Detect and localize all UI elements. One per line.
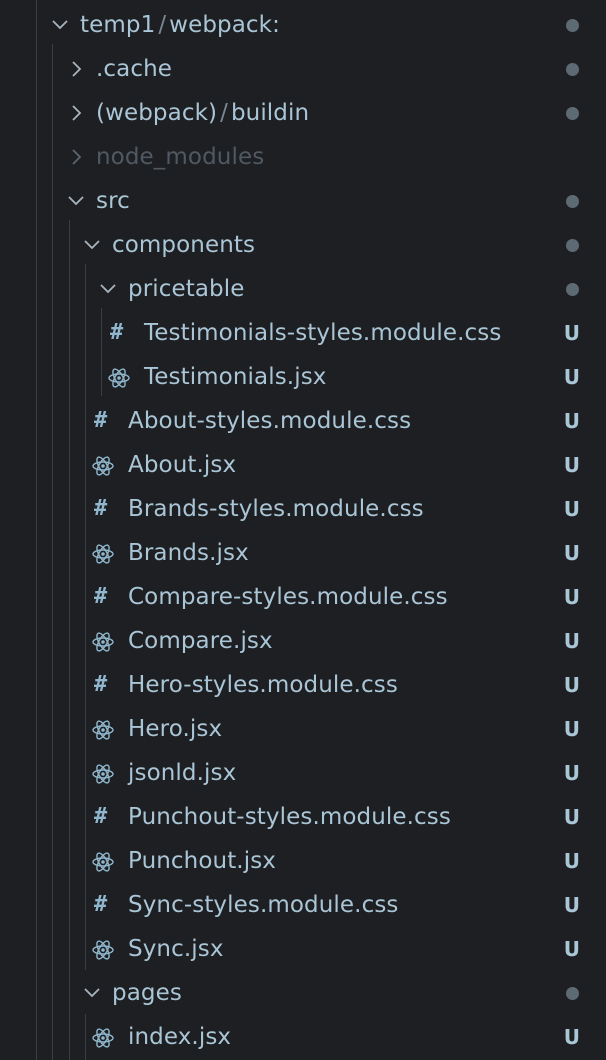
css-hash-icon: # <box>94 892 108 917</box>
status-badge: U <box>563 761 580 785</box>
tree-item-label: pricetable <box>128 276 245 302</box>
chevron-down-icon <box>52 20 68 30</box>
tree-item-label: Sync.jsx <box>128 936 224 962</box>
status-dot <box>566 195 579 208</box>
tree-item-label: (webpack) / buildin <box>96 100 310 126</box>
css-hash-icon: # <box>110 320 124 345</box>
tree-item-label: node_modules <box>96 144 265 170</box>
tree-item-label: Hero-styles.module.css <box>128 672 398 698</box>
status-badge: U <box>563 717 580 741</box>
tree-item-file[interactable]: # Punchout-styles.module.css U <box>0 795 606 839</box>
status-badge: U <box>563 541 580 565</box>
tree-item-folder[interactable]: (webpack) / buildin <box>0 91 606 135</box>
tree-item-label: temp1/webpack: <box>80 12 280 38</box>
status-badge: U <box>563 585 580 609</box>
tree-item-folder[interactable]: pages <box>0 971 606 1015</box>
tree-item-label: Hero.jsx <box>128 716 223 742</box>
react-icon <box>92 764 114 784</box>
tree-item-file[interactable]: # Testimonials-styles.module.css U <box>0 311 606 355</box>
css-hash-icon: # <box>94 496 108 521</box>
tree-item-label: index.jsx <box>128 1024 232 1050</box>
status-badge: U <box>563 1025 580 1049</box>
tree-item-label: Compare-styles.module.css <box>128 584 448 610</box>
tree-item-label: jsonld.jsx <box>128 760 237 786</box>
status-badge: U <box>563 893 580 917</box>
tree-item-folder[interactable]: components <box>0 223 606 267</box>
react-icon <box>92 456 114 476</box>
status-badge: U <box>563 673 580 697</box>
chevron-down-icon <box>100 284 116 294</box>
tree-item-label: About-styles.module.css <box>128 408 412 434</box>
tree-item-file[interactable]: Punchout.jsx U <box>0 839 606 883</box>
chevron-down-icon <box>84 988 100 998</box>
tree-item-folder[interactable]: .cache <box>0 47 606 91</box>
tree-item-file[interactable]: # Compare-styles.module.css U <box>0 575 606 619</box>
react-icon <box>108 368 130 388</box>
tree-item-file[interactable]: Brands.jsx U <box>0 531 606 575</box>
tree-item-label: components <box>112 232 256 258</box>
tree-item-file[interactable]: About.jsx U <box>0 443 606 487</box>
css-hash-icon: # <box>94 804 108 829</box>
status-badge: U <box>563 937 580 961</box>
tree-item-file[interactable]: # About-styles.module.css U <box>0 399 606 443</box>
tree-item-label: Compare.jsx <box>128 628 273 654</box>
tree-item-label: Testimonials-styles.module.css <box>144 320 502 346</box>
status-dot <box>566 987 579 1000</box>
chevron-right-icon <box>72 61 82 77</box>
tree-item-label: Testimonials.jsx <box>144 364 327 390</box>
tree-item-file[interactable]: jsonld.jsx U <box>0 751 606 795</box>
css-hash-icon: # <box>94 408 108 433</box>
tree-item-label: Brands.jsx <box>128 540 249 566</box>
chevron-down-icon <box>68 196 84 206</box>
tree-item-file[interactable]: Compare.jsx U <box>0 619 606 663</box>
tree-item-label: .cache <box>96 56 173 82</box>
tree-item-label: Brands-styles.module.css <box>128 496 424 522</box>
tree-item-label: Sync-styles.module.css <box>128 892 399 918</box>
status-dot <box>566 63 579 76</box>
chevron-right-icon <box>72 149 82 165</box>
react-icon <box>92 940 114 960</box>
status-dot <box>566 107 579 120</box>
tree-item-folder[interactable]: pricetable <box>0 267 606 311</box>
status-badge: U <box>563 805 580 829</box>
tree-item-file[interactable]: Sync.jsx U <box>0 927 606 971</box>
status-dot <box>566 239 579 252</box>
tree-item-root[interactable]: temp1/webpack: <box>0 3 606 47</box>
tree-item-label: src <box>96 188 130 214</box>
tree-item-folder[interactable]: node_modules <box>0 135 606 179</box>
css-hash-icon: # <box>94 584 108 609</box>
tree-item-label: pages <box>112 980 182 1006</box>
status-dot <box>566 19 579 32</box>
status-badge: U <box>563 409 580 433</box>
chevron-down-icon <box>84 240 100 250</box>
tree-item-file[interactable]: # Hero-styles.module.css U <box>0 663 606 707</box>
status-badge: U <box>563 365 580 389</box>
css-hash-icon: # <box>94 672 108 697</box>
status-badge: U <box>563 453 580 477</box>
tree-item-label: About.jsx <box>128 452 237 478</box>
tree-item-file[interactable]: index.jsx U <box>0 1015 606 1059</box>
react-icon <box>92 544 114 564</box>
status-badge: U <box>563 629 580 653</box>
tree-item-file[interactable]: Testimonials.jsx U <box>0 355 606 399</box>
tree-item-file[interactable]: # Brands-styles.module.css U <box>0 487 606 531</box>
chevron-right-icon <box>72 105 82 121</box>
status-badge: U <box>563 849 580 873</box>
react-icon <box>92 852 114 872</box>
tree-item-file[interactable]: # Sync-styles.module.css U <box>0 883 606 927</box>
tree-item-file[interactable]: Hero.jsx U <box>0 707 606 751</box>
react-icon <box>92 720 114 740</box>
status-badge: U <box>563 497 580 521</box>
react-icon <box>92 1028 114 1048</box>
tree-item-label: Punchout-styles.module.css <box>128 804 451 830</box>
status-badge: U <box>563 321 580 345</box>
file-explorer: temp1/webpack: .cache (webpack) / buildin … <box>0 0 606 1060</box>
tree-item-label: Punchout.jsx <box>128 848 277 874</box>
react-icon <box>92 632 114 652</box>
status-dot <box>566 283 579 296</box>
tree-item-folder[interactable]: src <box>0 179 606 223</box>
